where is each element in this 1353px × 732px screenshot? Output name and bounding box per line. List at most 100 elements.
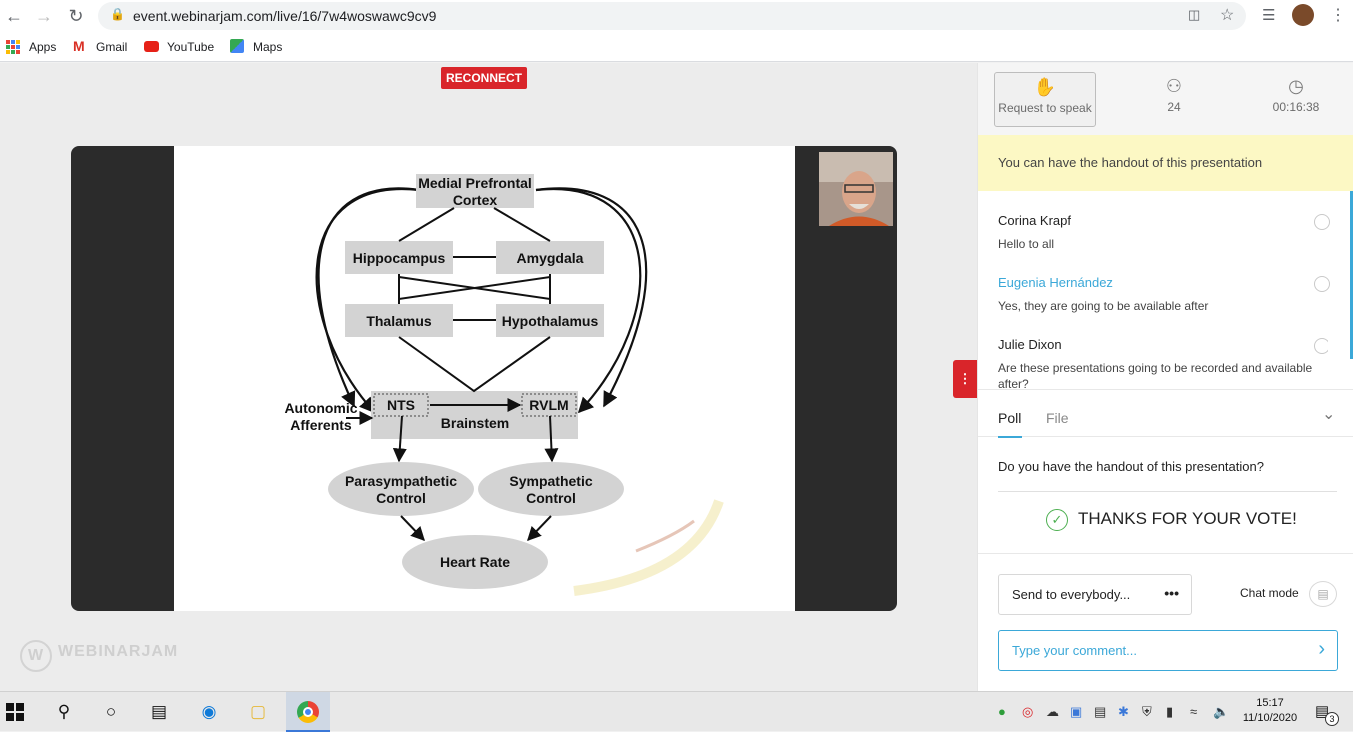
active-tab-indicator bbox=[998, 436, 1022, 438]
label-amygdala: Amygdala bbox=[517, 250, 584, 266]
back-icon[interactable]: ← bbox=[2, 4, 26, 28]
comment-input[interactable]: Type your comment... › bbox=[998, 630, 1338, 671]
webinarjam-logo-icon: W bbox=[20, 640, 52, 672]
label-mpfc-1: Medial Prefrontal bbox=[418, 175, 532, 191]
label-thalamus: Thalamus bbox=[366, 313, 432, 329]
request-to-speak-button[interactable]: ✋ Request to speak bbox=[994, 72, 1096, 127]
edge-icon[interactable]: ◉ bbox=[197, 700, 221, 724]
send-to-label: Send to everybody... bbox=[1012, 587, 1131, 602]
panel-tabs: Poll File ⌄ bbox=[978, 389, 1353, 438]
divider bbox=[998, 491, 1337, 492]
node-sympathetic bbox=[478, 462, 624, 516]
chrome-taskbar-slot[interactable] bbox=[286, 692, 330, 732]
presentation-stage: RECONNECT Medial Prefrontal Cortex Hippo… bbox=[0, 63, 977, 691]
chevron-down-icon[interactable]: ⌄ bbox=[1322, 404, 1335, 424]
message-select-radio[interactable] bbox=[1314, 338, 1328, 354]
check-circle-icon: ✓ bbox=[1046, 509, 1068, 531]
star-icon[interactable]: ☆ bbox=[1220, 5, 1234, 25]
cortana-icon[interactable]: ○ bbox=[99, 700, 123, 724]
attendees-count: ⚇ 24 bbox=[1123, 72, 1225, 127]
tab-poll[interactable]: Poll bbox=[998, 410, 1021, 426]
webinarjam-watermark: W WEBINARJAM bbox=[20, 640, 179, 672]
send-to-select[interactable]: Send to everybody... ••• bbox=[998, 574, 1192, 615]
label-symp-2: Control bbox=[526, 490, 576, 506]
presenter-webcam[interactable] bbox=[819, 152, 893, 226]
label-para-2: Control bbox=[376, 490, 426, 506]
message-author: Corina Krapf bbox=[998, 213, 1071, 228]
label-para-1: Parasympathetic bbox=[345, 473, 457, 489]
announcement-banner: You can have the handout of this present… bbox=[978, 135, 1353, 191]
label-afferents-1: Autonomic bbox=[284, 400, 357, 416]
poll-result: THANKS FOR YOUR VOTE! bbox=[1078, 509, 1297, 528]
tray-app-icon[interactable]: ▣ bbox=[1070, 704, 1082, 720]
chat-mode-toggle[interactable]: ▤ bbox=[1309, 581, 1337, 607]
chat-message: Corina Krapf Hello to all bbox=[998, 213, 1330, 252]
tray-app-icon[interactable]: ● bbox=[998, 704, 1006, 719]
tray-app-icon[interactable]: ☁ bbox=[1046, 704, 1059, 720]
video-player: Medial Prefrontal Cortex Hippocampus Amy… bbox=[71, 146, 897, 611]
poll-question: Do you have the handout of this presenta… bbox=[998, 459, 1264, 474]
search-icon[interactable]: ⚲ bbox=[52, 700, 76, 724]
browser-toolbar: ← → ↻ 🔒 event.webinarjam.com/live/16/7w4… bbox=[0, 0, 1353, 32]
elapsed-value: 00:16:38 bbox=[1272, 100, 1320, 114]
comment-placeholder: Type your comment... bbox=[1012, 643, 1137, 658]
hand-icon: ✋ bbox=[1033, 77, 1057, 97]
task-view-icon[interactable]: ▤ bbox=[147, 700, 171, 724]
more-dots-icon: ••• bbox=[1164, 585, 1179, 601]
youtube-icon bbox=[144, 41, 159, 52]
message-select-radio[interactable] bbox=[1314, 214, 1330, 230]
security-icon[interactable]: ⛨ bbox=[1142, 704, 1152, 720]
message-text: Yes, they are going to be available afte… bbox=[998, 299, 1209, 313]
volume-icon[interactable]: 🔈 bbox=[1213, 704, 1229, 720]
avatar[interactable] bbox=[1292, 4, 1314, 26]
side-options-tab[interactable]: ⋮ bbox=[953, 360, 977, 398]
tray-app-icon[interactable]: ◎ bbox=[1022, 704, 1033, 720]
battery-icon[interactable]: ▮ bbox=[1166, 704, 1173, 720]
reconnect-button[interactable]: RECONNECT bbox=[441, 67, 527, 89]
request-to-speak-label: Request to speak bbox=[998, 101, 1092, 115]
side-panel: ✋ Request to speak ⚇ 24 ◷ 00:16:38 You c… bbox=[977, 63, 1353, 691]
label-symp-1: Sympathetic bbox=[509, 473, 592, 489]
slide-diagram: Medial Prefrontal Cortex Hippocampus Amy… bbox=[284, 174, 724, 596]
bookmark-gmail[interactable]: Gmail bbox=[96, 40, 127, 54]
message-author: Julie Dixon bbox=[998, 337, 1062, 352]
presentation-slide: Medial Prefrontal Cortex Hippocampus Amy… bbox=[174, 146, 795, 611]
wifi-icon[interactable]: ≈ bbox=[1190, 704, 1197, 719]
maps-icon bbox=[230, 39, 244, 53]
label-hypothalamus: Hypothalamus bbox=[502, 313, 599, 329]
bookmark-youtube[interactable]: YouTube bbox=[167, 40, 214, 54]
file-explorer-icon[interactable]: ▢ bbox=[246, 700, 270, 724]
label-nts: NTS bbox=[387, 397, 415, 413]
watermark-text: WEBINARJAM bbox=[58, 643, 179, 660]
label-brainstem: Brainstem bbox=[441, 415, 509, 431]
menu-icon[interactable]: ⋮ bbox=[1330, 5, 1346, 25]
bookmark-apps[interactable]: Apps bbox=[29, 40, 56, 54]
clock-icon: ◷ bbox=[1288, 76, 1304, 96]
reload-icon[interactable]: ↻ bbox=[64, 4, 88, 28]
message-text: Hello to all bbox=[998, 237, 1055, 251]
send-arrow-icon[interactable]: › bbox=[1318, 638, 1325, 661]
label-afferents-2: Afferents bbox=[290, 417, 352, 433]
message-text: Are these presentations going to be reco… bbox=[998, 361, 1313, 389]
chat-mode-label: Chat mode bbox=[1240, 586, 1299, 600]
message-select-radio[interactable] bbox=[1314, 276, 1330, 292]
chat-message: Eugenia Hernández Yes, they are going to… bbox=[998, 275, 1330, 314]
message-author: Eugenia Hernández bbox=[998, 275, 1113, 290]
label-heart-rate: Heart Rate bbox=[440, 554, 510, 570]
divider bbox=[978, 553, 1353, 554]
windows-start-icon[interactable] bbox=[6, 703, 24, 721]
windows-taskbar: ⚲ ○ ▤ ◉ ▢ ● ◎ ☁ ▣ ▤ ✱ ⛨ ▮ ≈ 🔈 15:17 11/1… bbox=[0, 691, 1353, 732]
media-icon[interactable]: ☰ bbox=[1262, 6, 1275, 24]
bookmark-maps[interactable]: Maps bbox=[253, 40, 282, 54]
system-clock[interactable]: 15:17 11/10/2020 bbox=[1238, 696, 1302, 726]
bluetooth-icon[interactable]: ✱ bbox=[1118, 704, 1129, 720]
clock-time: 15:17 bbox=[1256, 697, 1284, 709]
address-bar[interactable]: 🔒 event.webinarjam.com/live/16/7w4woswaw… bbox=[98, 2, 1246, 30]
translate-icon[interactable]: ◫ bbox=[1188, 7, 1200, 23]
forward-icon[interactable]: → bbox=[32, 4, 56, 28]
label-mpfc-2: Cortex bbox=[453, 192, 498, 208]
tab-file[interactable]: File bbox=[1046, 410, 1069, 426]
gmail-icon: M bbox=[73, 38, 85, 54]
notification-count: 3 bbox=[1325, 712, 1339, 726]
tray-app-icon[interactable]: ▤ bbox=[1094, 704, 1106, 720]
